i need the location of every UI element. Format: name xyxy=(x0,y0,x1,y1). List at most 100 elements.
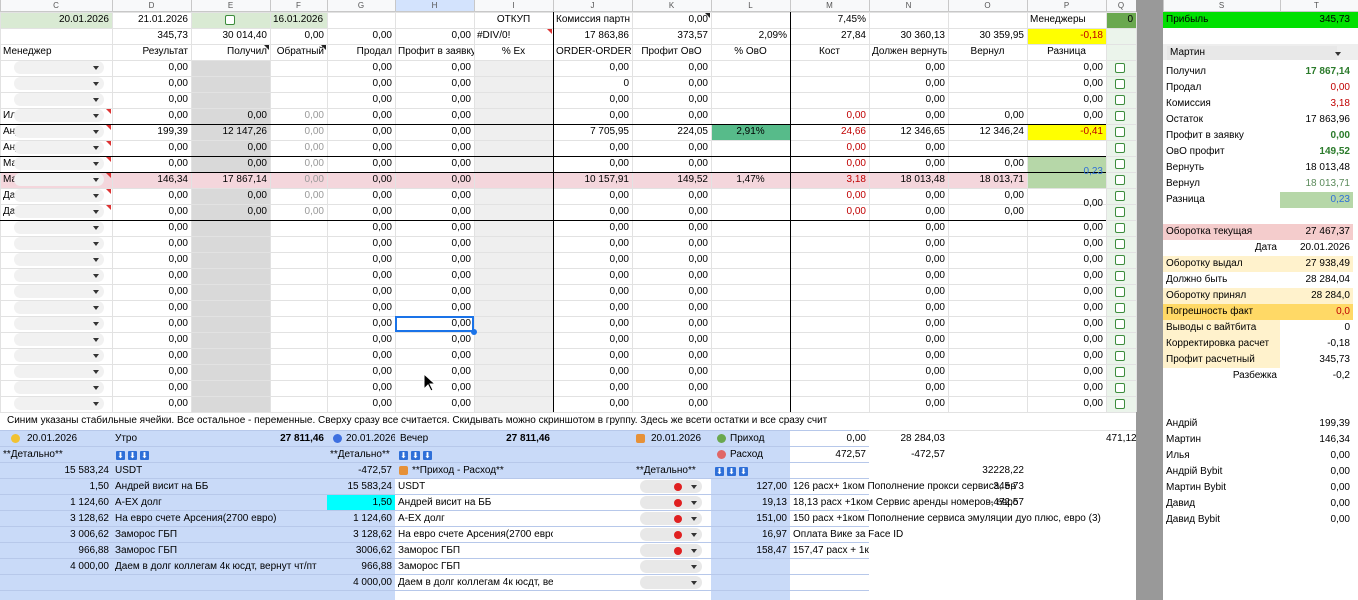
should-return[interactable]: 0,00 xyxy=(869,316,948,332)
evening-date[interactable]: 20.01.2026 xyxy=(343,431,395,447)
returned[interactable]: 0,00 xyxy=(948,108,1027,124)
morning-description[interactable]: USDT xyxy=(112,463,327,479)
checkbox[interactable] xyxy=(1115,207,1125,217)
order-order[interactable]: 10 157,91 xyxy=(553,172,632,188)
result[interactable]: 0,00 xyxy=(112,268,191,284)
profit-order[interactable]: 0,00 xyxy=(395,92,474,108)
checkbox[interactable] xyxy=(1115,383,1125,393)
summary-value[interactable]: 27 467,37 xyxy=(1280,224,1353,240)
received[interactable] xyxy=(191,92,270,108)
summary-label[interactable]: Профит расчетный xyxy=(1163,352,1280,368)
header-e[interactable]: Получил xyxy=(191,44,270,60)
profit-order[interactable]: 0,00 xyxy=(395,300,474,316)
checkbox[interactable] xyxy=(1115,367,1125,377)
total-m[interactable]: 27,84 xyxy=(790,28,869,44)
order-order[interactable]: 0,00 xyxy=(553,300,632,316)
header-c[interactable]: Менеджер xyxy=(0,44,112,60)
percent-ovo[interactable]: 2,91% xyxy=(711,124,790,140)
checkbox[interactable] xyxy=(1115,111,1125,121)
should-return[interactable]: 0,00 xyxy=(869,268,948,284)
manager-dropdown[interactable] xyxy=(14,205,104,218)
checkbox[interactable] xyxy=(1115,63,1125,73)
manager-dropdown[interactable] xyxy=(14,317,104,330)
difference[interactable]: 0,00 xyxy=(1027,300,1106,316)
percent-value[interactable]: 7,45% xyxy=(790,12,869,28)
difference[interactable]: 0,00 xyxy=(1027,236,1106,252)
returned[interactable]: 12 346,24 xyxy=(948,124,1027,140)
profit-ovo[interactable]: 0,00 xyxy=(632,348,711,364)
profit-ovo[interactable]: 0,00 xyxy=(632,188,711,204)
sold[interactable]: 0,00 xyxy=(327,316,395,332)
cost[interactable]: 0,00 xyxy=(790,108,869,124)
should-return[interactable]: 0,00 xyxy=(869,204,948,220)
should-return[interactable]: 0,00 xyxy=(869,332,948,348)
cost[interactable]: 0,00 xyxy=(790,140,869,156)
result[interactable]: 0,00 xyxy=(112,380,191,396)
summary-label[interactable]: Комиссия xyxy=(1163,96,1280,112)
manager-dropdown[interactable] xyxy=(14,237,104,250)
total-k[interactable]: 373,57 xyxy=(632,28,711,44)
morning-date[interactable]: 20.01.2026 xyxy=(24,431,112,447)
total-p[interactable]: -0,18 xyxy=(1027,28,1106,44)
reverse[interactable]: 0,00 xyxy=(270,124,327,140)
result[interactable]: 0,00 xyxy=(112,396,191,412)
morning-amount[interactable]: 966,88 xyxy=(0,543,112,559)
checkbox[interactable] xyxy=(1115,239,1125,249)
order-order[interactable]: 0,00 xyxy=(553,380,632,396)
summary-label[interactable]: Должно быть xyxy=(1163,272,1280,288)
arrow-down-icon[interactable]: ⬇ xyxy=(116,451,125,460)
received[interactable]: 0,00 xyxy=(191,204,270,220)
profit-order[interactable]: 0,00 xyxy=(395,76,474,92)
should-return[interactable]: 0,00 xyxy=(869,76,948,92)
checkbox[interactable] xyxy=(225,15,235,25)
checkbox[interactable] xyxy=(1115,127,1125,137)
profit-ovo[interactable]: 0,00 xyxy=(632,108,711,124)
category-dropdown[interactable] xyxy=(640,576,702,589)
evening-label[interactable]: Вечер xyxy=(397,431,476,447)
profit-order[interactable]: 0,00 xyxy=(395,108,474,124)
evening-amount[interactable]: 3 128,62 xyxy=(327,527,395,543)
profit-ovo[interactable]: 0,00 xyxy=(632,140,711,156)
cost[interactable]: 3,18 xyxy=(790,172,869,188)
checkbox[interactable] xyxy=(1115,399,1125,409)
profit-order[interactable]: 0,00 xyxy=(395,284,474,300)
expense-description[interactable]: 150 расх +1ком Пополнение сервиса эмуляц… xyxy=(790,511,1106,527)
evening-description[interactable]: USDT xyxy=(395,479,553,495)
profit-ovo[interactable]: 0,00 xyxy=(632,220,711,236)
profit-order[interactable]: 0,00 xyxy=(395,332,474,348)
profit-ovo[interactable]: 0,00 xyxy=(632,332,711,348)
profit-ovo[interactable]: 0,00 xyxy=(632,364,711,380)
profit-order[interactable]: 0,00 xyxy=(395,188,474,204)
summary-value[interactable]: -0,2 xyxy=(1280,368,1353,384)
profit-order[interactable]: 0,00 xyxy=(395,348,474,364)
should-return[interactable]: 0,00 xyxy=(869,188,948,204)
manager-dropdown[interactable] xyxy=(14,173,104,186)
should-return[interactable]: 0,00 xyxy=(869,300,948,316)
profit-order[interactable]: 0,00 xyxy=(395,268,474,284)
should-return[interactable]: 0,00 xyxy=(869,220,948,236)
result[interactable]: 0,00 xyxy=(112,252,191,268)
order-order[interactable]: 0,00 xyxy=(553,204,632,220)
should-return[interactable]: 0,00 xyxy=(869,284,948,300)
morning-description[interactable]: Даем в долг коллегам 4к юсдт, вернут чт/… xyxy=(112,559,327,575)
header-m[interactable]: Кост xyxy=(790,44,869,60)
profit-ovo[interactable]: 0,00 xyxy=(632,204,711,220)
sold[interactable]: 0,00 xyxy=(327,396,395,412)
summary-value[interactable]: 0 xyxy=(1280,320,1353,336)
order-order[interactable]: 0,00 xyxy=(553,92,632,108)
total-o[interactable]: 30 359,95 xyxy=(948,28,1027,44)
sold[interactable]: 0,00 xyxy=(327,348,395,364)
order-order[interactable]: 0,00 xyxy=(553,156,632,172)
header-n[interactable]: Должен вернуть xyxy=(869,44,948,60)
result[interactable]: 0,00 xyxy=(112,156,191,172)
result[interactable]: 0,00 xyxy=(112,348,191,364)
difference[interactable]: 0,00 xyxy=(1027,252,1106,268)
difference[interactable]: 0,00 xyxy=(1027,380,1106,396)
reverse[interactable]: 0,00 xyxy=(270,172,327,188)
category-dropdown[interactable] xyxy=(640,512,702,525)
difference[interactable]: 0,00 xyxy=(1027,108,1106,124)
sold[interactable]: 0,00 xyxy=(327,332,395,348)
received[interactable] xyxy=(191,60,270,76)
checkbox[interactable] xyxy=(1115,143,1125,153)
summary-label[interactable]: ОвО профит xyxy=(1163,144,1280,160)
